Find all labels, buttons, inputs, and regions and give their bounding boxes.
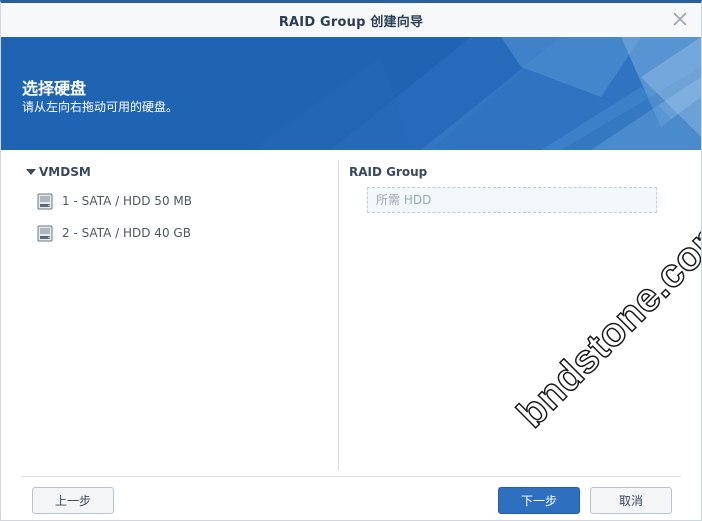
hard-disk-icon <box>37 193 53 209</box>
disk-item[interactable]: 1 - SATA / HDD 50 MB <box>23 185 335 217</box>
disk-label: 2 - SATA / HDD 40 GB <box>62 226 191 240</box>
panel-divider <box>338 160 339 470</box>
step-description: 请从左向右拖动可用的硬盘。 <box>22 100 179 114</box>
required-hdd-dropzone[interactable]: 所需 HDD <box>367 187 657 213</box>
back-button[interactable]: 上一步 <box>32 487 114 514</box>
raid-wizard-dialog: RAID Group 创建向导 选择硬盘 请从左向右拖动可用的硬盘。 VMDSM <box>0 0 702 521</box>
banner-background <box>1 37 701 150</box>
tree-group-label: VMDSM <box>39 165 91 179</box>
title-bar[interactable]: RAID Group 创建向导 <box>1 3 701 38</box>
step-heading: 选择硬盘 <box>22 79 87 98</box>
disk-item[interactable]: 2 - SATA / HDD 40 GB <box>23 217 335 249</box>
raid-group-label: RAID Group <box>349 165 428 179</box>
watermark-text: bndstone.com <box>508 207 702 437</box>
caret-down-icon[interactable] <box>25 167 37 177</box>
tree-group-vmdsm[interactable]: VMDSM <box>23 163 335 181</box>
footer-divider <box>21 476 681 477</box>
wizard-banner: 选择硬盘 请从左向右拖动可用的硬盘。 <box>1 37 701 150</box>
disk-label: 1 - SATA / HDD 50 MB <box>62 194 192 208</box>
available-disks-panel: VMDSM 1 - SATA / HDD 50 MB 2 - SATA / HD… <box>23 163 335 468</box>
hard-disk-icon <box>37 225 53 241</box>
cancel-button[interactable]: 取消 <box>590 487 672 514</box>
next-button[interactable]: 下一步 <box>498 487 580 514</box>
close-icon[interactable] <box>671 10 689 28</box>
raid-group-panel: RAID Group 所需 HDD <box>349 163 669 213</box>
window-title: RAID Group 创建向导 <box>278 14 424 30</box>
